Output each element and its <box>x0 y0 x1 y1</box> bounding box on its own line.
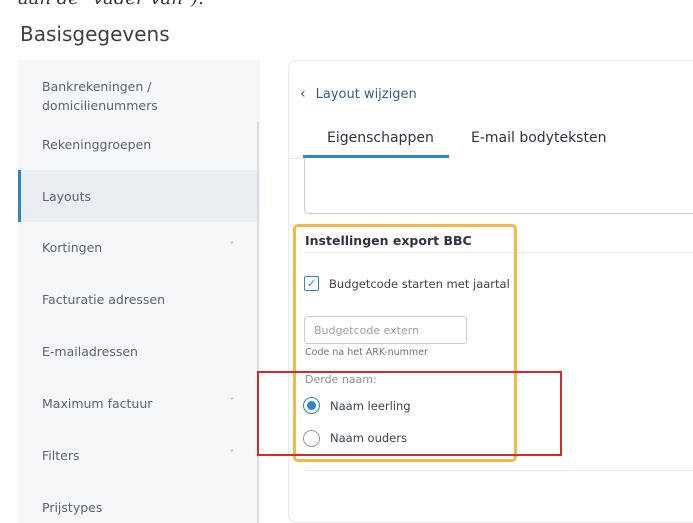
sidebar-scrollbar[interactable] <box>257 122 259 523</box>
radio-group-label: Derde naam: <box>305 373 377 386</box>
sidebar-item-kortingen[interactable]: Kortingen ˇ <box>18 228 258 266</box>
chevron-down-icon: ˇ <box>229 398 235 408</box>
sidebar-item-rekeninggroepen[interactable]: Rekeninggroepen <box>18 126 258 162</box>
budgetcode-jaartal-checkbox[interactable]: ✓ <box>304 276 319 291</box>
sidebar-item-maximum-factuur[interactable]: Maximum factuur ˇ <box>18 384 258 422</box>
sidebar: Bankrekeningen / domicilienummers Rekeni… <box>18 60 260 523</box>
radio-label-naam-ouders: Naam ouders <box>330 431 407 445</box>
radio-naam-ouders[interactable] <box>303 430 320 447</box>
sidebar-item-bankrekeningen[interactable]: Bankrekeningen / domicilienummers <box>18 72 258 120</box>
radio-label-naam-leerling: Naam leerling <box>330 399 411 413</box>
sidebar-item-label: domicilienummers <box>42 98 158 113</box>
sidebar-item-label: Kortingen <box>42 239 103 255</box>
tab-eigenschappen[interactable]: Eigenschappen <box>327 130 434 146</box>
sidebar-item-label: Bankrekeningen / <box>42 79 152 94</box>
section-divider <box>305 252 693 253</box>
sidebar-item-label: Rekeninggroepen <box>42 136 152 152</box>
sidebar-item-label: Filters <box>42 447 80 463</box>
sidebar-item-facturatie-adressen[interactable]: Facturatie adressen <box>18 280 258 318</box>
back-link-label: Layout wijzigen <box>315 86 417 102</box>
radio-naam-leerling[interactable] <box>303 397 320 414</box>
sidebar-item-filters[interactable]: Filters ˇ <box>18 436 258 474</box>
caption-text: aan de "vader van"). <box>18 0 204 9</box>
sidebar-item-e-mailadressen[interactable]: E-mailadressen <box>18 332 258 370</box>
section-divider <box>305 470 693 471</box>
chevron-down-icon: ˇ <box>229 450 235 460</box>
input-helper-text: Code na het ARK-nummer <box>305 347 428 358</box>
tab-e-mail-bodyteksten[interactable]: E-mail bodyteksten <box>471 130 606 146</box>
sidebar-item-label: Layouts <box>42 188 92 204</box>
section-title: Instellingen export BBC <box>305 233 472 248</box>
caption-fragment: aan de "vader van"). <box>0 0 693 10</box>
checkbox-label: Budgetcode starten met jaartal <box>329 277 510 291</box>
page-title: Basisgegevens <box>20 22 170 46</box>
text-area-field[interactable] <box>304 158 693 214</box>
sidebar-item-label: Prijstypes <box>42 499 103 515</box>
sidebar-item-layouts[interactable]: Layouts <box>18 170 258 222</box>
sidebar-item-prijstypes[interactable]: Prijstypes <box>18 488 258 523</box>
check-icon: ✓ <box>306 277 317 290</box>
chevron-down-icon: ˇ <box>229 242 235 252</box>
back-link[interactable]: ‹ Layout wijzigen <box>300 84 417 104</box>
sidebar-item-label: Maximum factuur <box>42 395 153 411</box>
budgetcode-extern-input[interactable] <box>304 316 467 344</box>
sidebar-item-label: Facturatie adressen <box>42 291 166 307</box>
sidebar-item-label: E-mailadressen <box>42 343 138 359</box>
chevron-left-icon: ‹ <box>300 86 306 102</box>
